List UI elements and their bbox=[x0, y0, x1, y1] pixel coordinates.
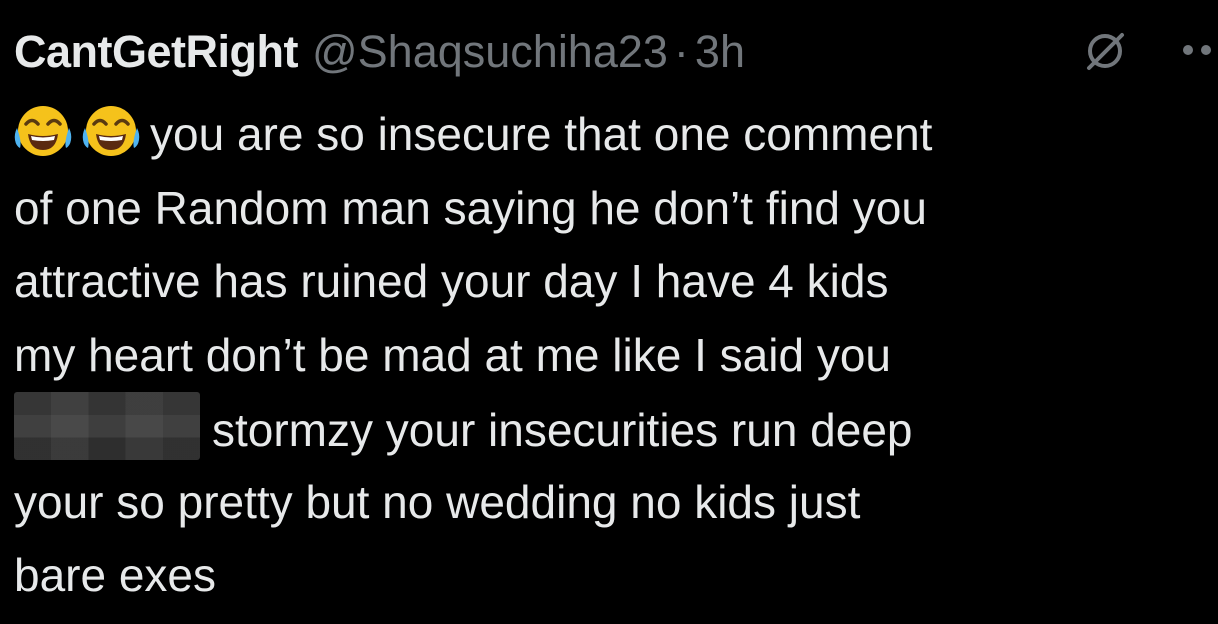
face-with-tears-of-joy-icon bbox=[14, 102, 72, 160]
more-options-icon[interactable] bbox=[1180, 42, 1218, 58]
user-handle[interactable]: @Shaqsuchiha23 bbox=[312, 26, 668, 78]
face-with-tears-of-joy-icon bbox=[82, 102, 140, 160]
grok-icon[interactable] bbox=[1082, 28, 1128, 74]
tweet-line-5: stormzy your insecurities run deep bbox=[14, 392, 1204, 466]
tweet-line-6: your so pretty but no wedding no kids ju… bbox=[14, 475, 861, 528]
tweet-line-7: bare exes bbox=[14, 549, 217, 601]
timestamp[interactable]: 3h bbox=[695, 26, 745, 78]
tweet-line-3: attractive has ruined your day I have 4 … bbox=[14, 255, 889, 307]
redacted-blur bbox=[14, 392, 200, 460]
tweet-header: CantGetRight @Shaqsuchiha23 · 3h bbox=[14, 20, 1218, 84]
tweet-line-4: my heart don’t be mad at me like I said … bbox=[14, 328, 891, 381]
tweet-line-text: you are so insecure that one comment bbox=[150, 108, 933, 160]
tweet-line-text: stormzy your insecurities run deep bbox=[212, 404, 913, 456]
display-name[interactable]: CantGetRight bbox=[14, 26, 298, 78]
tweet-line-2: of one Random man saying he don’t find y… bbox=[14, 181, 927, 234]
tweet-text: you are so insecure that one comment of … bbox=[14, 98, 1204, 613]
tweet-line-1: you are so insecure that one comment bbox=[14, 98, 1204, 172]
separator-dot: · bbox=[673, 26, 689, 77]
